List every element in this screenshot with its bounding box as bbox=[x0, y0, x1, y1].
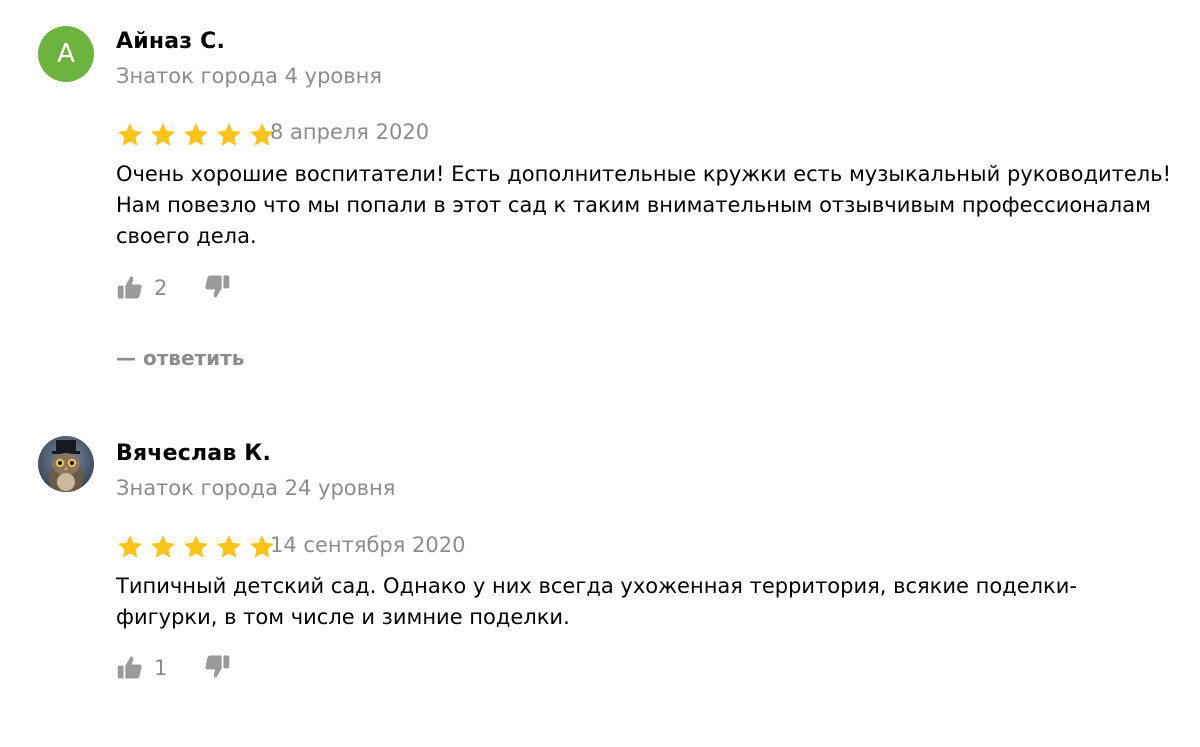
dislike-button[interactable] bbox=[203, 652, 231, 680]
review-text: Типичный детский сад. Однако у них всегд… bbox=[116, 574, 1077, 629]
author-level: Знаток города 24 уровня bbox=[116, 476, 396, 500]
review-date: 8 апреля 2020 bbox=[270, 120, 430, 144]
star-icon bbox=[151, 535, 175, 558]
like-button[interactable]: 1 bbox=[116, 654, 167, 682]
star-icon bbox=[217, 535, 241, 558]
user-avatar[interactable]: А bbox=[38, 26, 94, 82]
dislike-button[interactable] bbox=[203, 272, 231, 300]
owl-avatar-icon bbox=[38, 436, 94, 492]
star-icon bbox=[118, 535, 142, 558]
author-name[interactable]: Айназ С. bbox=[116, 29, 225, 54]
user-avatar[interactable] bbox=[38, 436, 94, 492]
author-level: Знаток города 4 уровня bbox=[116, 64, 383, 88]
like-count: 1 bbox=[154, 656, 168, 680]
star-icon bbox=[118, 123, 142, 146]
like-count: 2 bbox=[154, 276, 168, 300]
star-icon bbox=[151, 123, 175, 146]
avatar-letter: А bbox=[57, 39, 75, 69]
rating-stars bbox=[116, 533, 276, 561]
review-date: 14 сентября 2020 bbox=[270, 533, 466, 557]
thumbs-up-icon bbox=[117, 656, 142, 679]
like-button[interactable]: 2 bbox=[116, 274, 167, 302]
star-icon bbox=[217, 123, 241, 146]
thumbs-down-icon bbox=[205, 275, 230, 298]
thumbs-up-icon bbox=[117, 276, 142, 299]
review-card: Вячеслав К. Знаток города 24 уровня 14 с… bbox=[0, 410, 1200, 747]
review-card: А Айназ С. Знаток города 4 уровня 8 апре… bbox=[0, 0, 1200, 410]
review-text: Очень хорошие воспитатели! Есть дополнит… bbox=[116, 162, 1171, 248]
thumbs-down-icon bbox=[205, 655, 230, 678]
star-icon bbox=[184, 123, 208, 146]
reply-link[interactable]: — ответить bbox=[116, 346, 244, 370]
rating-stars bbox=[116, 121, 276, 149]
author-name[interactable]: Вячеслав К. bbox=[116, 441, 271, 466]
star-icon bbox=[184, 535, 208, 558]
